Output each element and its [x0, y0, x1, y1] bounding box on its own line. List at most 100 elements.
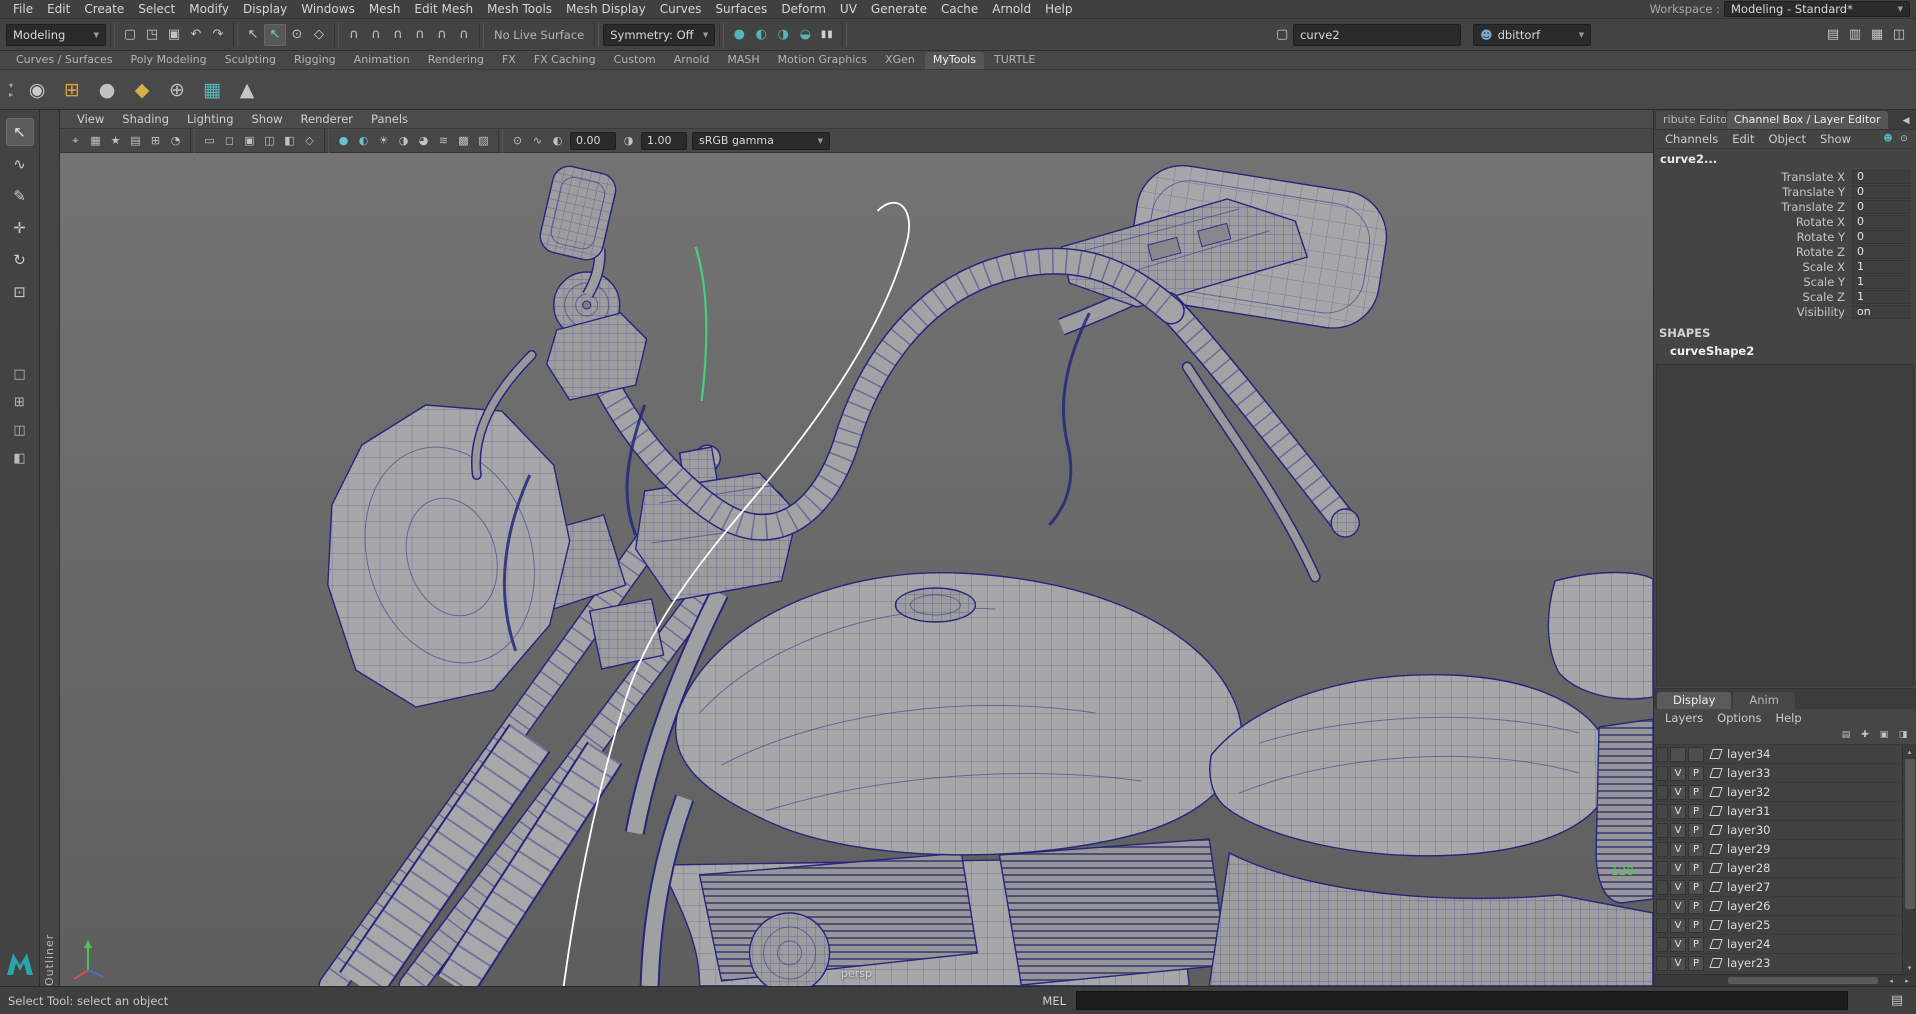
shelf-tab-mash[interactable]: MASH — [719, 52, 767, 69]
layer-visibility-toggle[interactable]: V — [1670, 803, 1686, 819]
command-language-toggle[interactable]: MEL — [1038, 994, 1070, 1008]
shelf-tab-fx-caching[interactable]: FX Caching — [526, 52, 604, 69]
shelf-tab-arnold[interactable]: Arnold — [666, 52, 718, 69]
workspace-selector[interactable]: Modeling - Standard* ▼ — [1724, 1, 1910, 17]
section-collapse-grip[interactable] — [233, 22, 238, 47]
layer-name[interactable]: layer30 — [1727, 823, 1770, 837]
hscrollbar-thumb[interactable] — [1728, 977, 1878, 984]
menu-surfaces[interactable]: Surfaces — [708, 0, 774, 18]
layer-swatch-icon[interactable] — [1709, 806, 1723, 816]
shelf-tab-sculpting[interactable]: Sculpting — [217, 52, 284, 69]
layer-row[interactable]: V P layer25 — [1654, 916, 1902, 935]
selected-object-name[interactable]: curve2... — [1654, 149, 1916, 167]
channel-row[interactable]: Translate Z 0 — [1654, 199, 1916, 214]
layer-current-cell[interactable] — [1656, 917, 1668, 933]
channel-value[interactable]: 0 — [1852, 229, 1910, 244]
layer-current-cell[interactable] — [1656, 955, 1668, 971]
shape-name[interactable]: curveShape2 — [1654, 342, 1916, 360]
view-axis-gizmo[interactable] — [68, 936, 114, 982]
channel-value[interactable]: 0 — [1852, 244, 1910, 259]
panel-menu-show[interactable]: Show — [243, 112, 292, 126]
shelf-tab-curves-surfaces[interactable]: Curves / Surfaces — [8, 52, 121, 69]
render-current-frame-icon[interactable]: ● — [728, 24, 750, 46]
channel-value[interactable]: 1 — [1852, 274, 1910, 289]
channel-value[interactable]: 0 — [1852, 169, 1910, 184]
menu-cache[interactable]: Cache — [934, 0, 985, 18]
menu-mesh[interactable]: Mesh — [362, 0, 408, 18]
panel-menu-shading[interactable]: Shading — [113, 112, 178, 126]
layer-list-scrollbar[interactable]: ▴ ▾ — [1902, 745, 1916, 974]
select-object-icon[interactable]: ↖ — [264, 23, 286, 46]
lasso-tool-button[interactable]: ∿ — [6, 150, 34, 178]
layer-playback-toggle[interactable]: P — [1688, 803, 1704, 819]
tab-attribute-editor[interactable]: ribute Editor — [1656, 111, 1726, 129]
shelf-tab-poly-modeling[interactable]: Poly Modeling — [123, 52, 215, 69]
layer-row[interactable]: V P layer31 — [1654, 802, 1902, 821]
section-collapse-grip[interactable] — [842, 22, 848, 47]
layer-playback-toggle[interactable]: P — [1688, 917, 1704, 933]
select-component-icon[interactable]: ⊙ — [286, 24, 308, 46]
layer-playback-toggle[interactable]: P — [1688, 841, 1704, 857]
layer-current-cell[interactable] — [1656, 936, 1668, 952]
channel-row[interactable]: Scale X 1 — [1654, 259, 1916, 274]
channelbox-anim-icon[interactable]: ☻ — [1880, 131, 1896, 147]
shelf-tab-custom[interactable]: Custom — [606, 52, 664, 69]
menu-edit-mesh[interactable]: Edit Mesh — [407, 0, 480, 18]
layer-name[interactable]: layer34 — [1727, 747, 1770, 761]
channel-value[interactable]: on — [1852, 304, 1910, 319]
layer-visibility-toggle[interactable]: V — [1670, 822, 1686, 838]
menu-curves[interactable]: Curves — [653, 0, 709, 18]
layer-name[interactable]: layer33 — [1727, 766, 1770, 780]
shelf-item-1[interactable]: ◉ — [21, 74, 53, 106]
move-tool-button[interactable]: ✛ — [6, 214, 34, 242]
scale-tool-button[interactable]: ⊡ — [6, 278, 34, 306]
layer-name[interactable]: layer26 — [1727, 899, 1770, 913]
redo-icon[interactable]: ↷ — [207, 24, 229, 46]
layer-row[interactable]: V P layer29 — [1654, 840, 1902, 859]
shelf-tab-motion-graphics[interactable]: Motion Graphics — [770, 52, 875, 69]
exposure-field[interactable]: 0.00 — [570, 131, 616, 150]
layer-row[interactable]: V P layer26 — [1654, 897, 1902, 916]
layer-options-icon[interactable]: ▤ — [1838, 727, 1854, 743]
shelf-item-7[interactable]: ▲ — [231, 74, 263, 106]
channel-value[interactable]: 1 — [1852, 259, 1910, 274]
menu-help[interactable]: Help — [1038, 0, 1079, 18]
select-hierarchy-icon[interactable]: ↖ — [242, 24, 264, 46]
tab-channel-box-layer-editor[interactable]: Channel Box / Layer Editor — [1727, 111, 1888, 129]
sidebar-tool-settings-icon[interactable]: ▥ — [1844, 24, 1866, 46]
menu-set-selector[interactable]: Modeling ▼ — [6, 23, 106, 46]
layer-playback-toggle[interactable]: P — [1688, 765, 1704, 781]
shelf-item-2[interactable]: ⊞ — [56, 74, 88, 106]
select-tool-button[interactable]: ↖ — [5, 118, 34, 146]
channel-row[interactable]: Translate X 0 — [1654, 169, 1916, 184]
exposure-toggle-icon[interactable]: ◐ — [548, 131, 567, 150]
open-scene-icon[interactable]: ◳ — [141, 24, 163, 46]
layer-playback-toggle[interactable]: P — [1688, 784, 1704, 800]
layer-visibility-toggle[interactable] — [1670, 746, 1686, 762]
use-all-lights-icon[interactable]: ☀ — [374, 131, 393, 150]
shelf-menu-right-icon[interactable]: ▸ — [9, 90, 13, 99]
layer-current-cell[interactable] — [1656, 803, 1668, 819]
layer-playback-toggle[interactable]: P — [1688, 860, 1704, 876]
snap-curve-icon[interactable]: ∩ — [365, 24, 387, 46]
quick-rename-field[interactable]: curve2 — [1293, 23, 1462, 46]
channel-row[interactable]: Rotate Y 0 — [1654, 229, 1916, 244]
layer-current-cell[interactable] — [1656, 898, 1668, 914]
channel-row[interactable]: Scale Y 1 — [1654, 274, 1916, 289]
scroll-down-icon[interactable]: ▾ — [1903, 961, 1916, 974]
motion-blur-icon[interactable]: ≋ — [434, 131, 453, 150]
shelf-item-5[interactable]: ⊕ — [161, 74, 193, 106]
layer-current-cell[interactable] — [1656, 746, 1668, 762]
layer-swatch-icon[interactable] — [1709, 787, 1723, 797]
make-live-icon[interactable]: ∩ — [453, 24, 475, 46]
rotate-tool-button[interactable]: ↻ — [6, 246, 34, 274]
layer-row[interactable]: layer34 — [1654, 745, 1902, 764]
menu-windows[interactable]: Windows — [294, 0, 362, 18]
outliner-collapsed-panel[interactable]: Outliner — [40, 110, 60, 986]
channel-box-menu-show[interactable]: Show — [1813, 132, 1858, 146]
section-collapse-grip[interactable] — [594, 22, 600, 47]
collapse-sidebar-icon[interactable]: ◀ — [1898, 113, 1914, 129]
channel-value[interactable]: 1 — [1852, 289, 1910, 304]
channel-row[interactable]: Visibility on — [1654, 304, 1916, 319]
add-empty-layer-icon[interactable]: ✚ — [1857, 727, 1873, 743]
